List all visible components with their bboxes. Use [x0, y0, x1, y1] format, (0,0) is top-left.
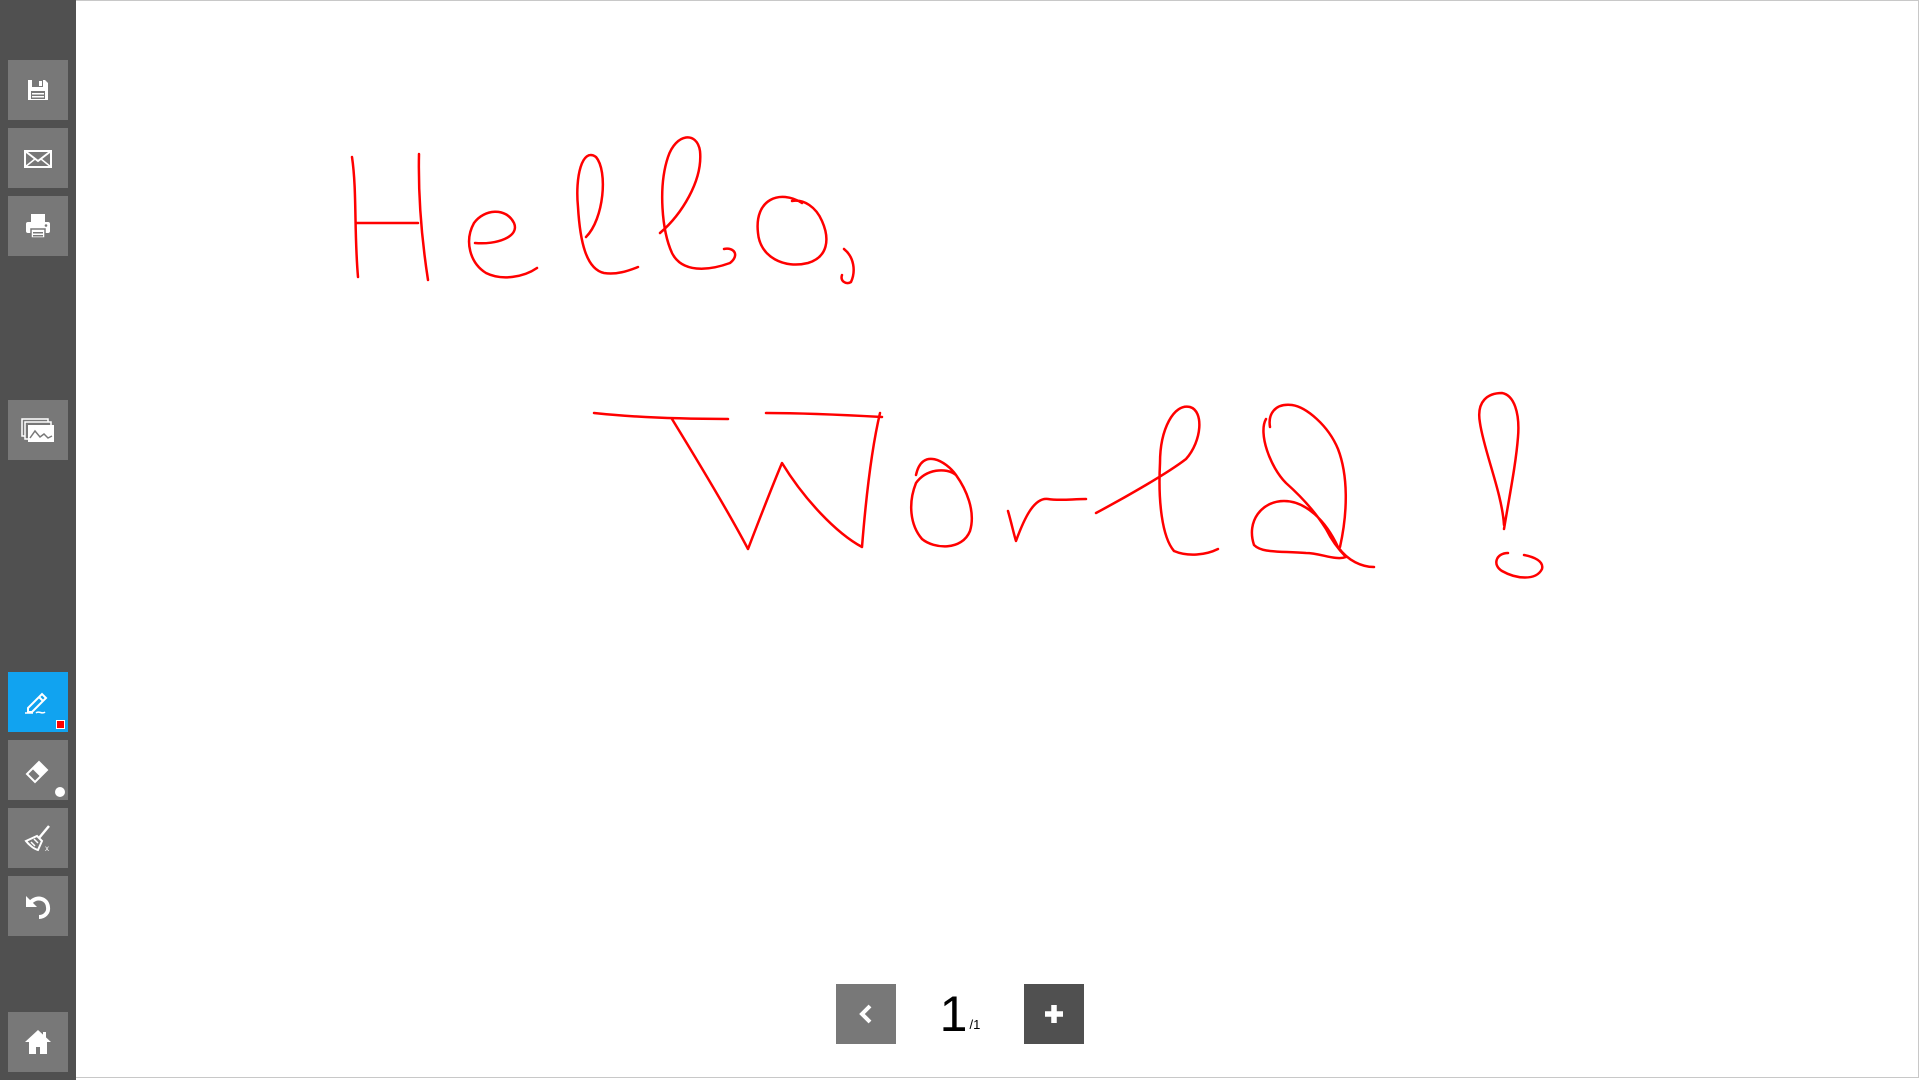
ink-stroke-l3 — [1094, 405, 1220, 556]
ink-stroke-H-right — [417, 152, 430, 282]
ink-stroke-l1 — [576, 153, 640, 275]
home-icon — [25, 1030, 51, 1054]
email-button[interactable] — [8, 128, 68, 188]
ink-stroke-W-strokes — [670, 411, 882, 551]
eraser-button[interactable] — [8, 740, 68, 800]
ink-stroke-l2 — [658, 136, 737, 270]
chevron-left-icon — [859, 1004, 872, 1024]
undo-icon — [26, 896, 51, 919]
save-button[interactable] — [8, 60, 68, 120]
print-button[interactable] — [8, 196, 68, 256]
floppy-disk-icon — [28, 80, 48, 100]
page-navigator: 1 /1 — [836, 984, 1084, 1044]
pen-button[interactable] — [8, 672, 68, 732]
eraser-size-indicator — [55, 787, 65, 797]
ink-stroke-o2 — [909, 457, 973, 548]
ink-stroke-W-top1 — [592, 411, 730, 421]
add-page-button[interactable] — [1024, 984, 1084, 1044]
eraser-icon — [25, 760, 49, 784]
printer-icon — [26, 214, 50, 239]
broom-icon: x — [24, 825, 50, 853]
ink-stroke-r — [1006, 497, 1088, 543]
clear-button[interactable]: x — [8, 808, 68, 868]
svg-text:x: x — [45, 844, 49, 853]
envelope-icon — [24, 150, 52, 168]
ink-stroke-exclaim — [1477, 391, 1520, 531]
image-stack-icon — [21, 418, 54, 442]
ink-stroke-exclaim-dot — [1495, 551, 1544, 579]
previous-page-button[interactable] — [836, 984, 896, 1044]
ink-stroke-comma — [840, 247, 855, 285]
undo-button[interactable] — [8, 876, 68, 936]
ink-stroke-e1 — [467, 210, 539, 279]
pen-icon — [25, 692, 48, 714]
ink-stroke-H-left — [350, 155, 360, 279]
plus-icon — [1045, 1005, 1063, 1023]
ink-stroke-d — [1250, 417, 1376, 569]
page-indicator: 1 /1 — [896, 984, 1024, 1044]
background-button[interactable] — [8, 400, 68, 460]
ink-stroke-W-top2 — [764, 411, 884, 419]
total-pages: /1 — [969, 1017, 981, 1032]
drawing-canvas[interactable] — [76, 0, 1919, 1078]
home-button[interactable] — [8, 1012, 68, 1072]
ink-stroke-o — [756, 195, 828, 266]
pen-color-indicator — [56, 720, 65, 729]
handwriting-ink — [350, 136, 1544, 579]
toolbar-sidebar: x — [0, 0, 76, 1080]
current-page-number: 1 — [939, 986, 968, 1042]
